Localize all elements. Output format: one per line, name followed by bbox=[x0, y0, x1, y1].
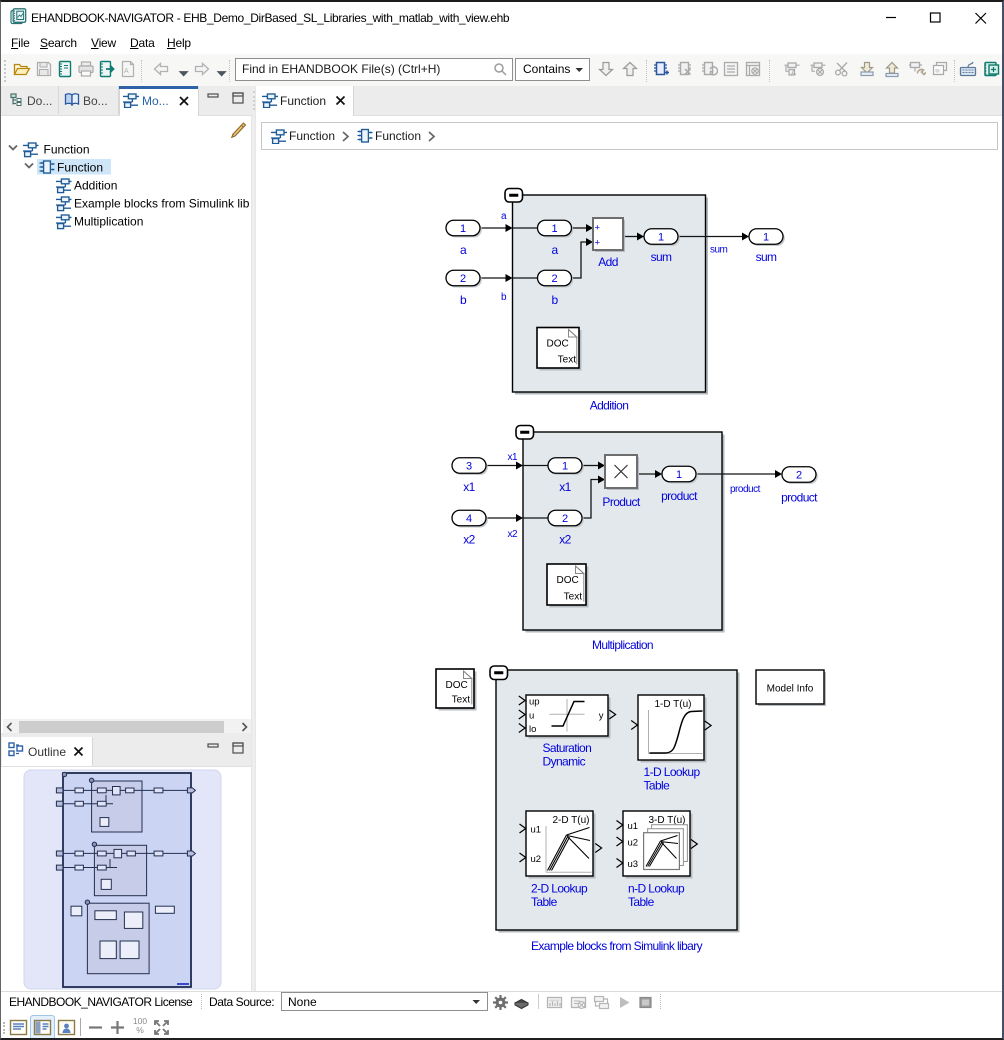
svg-text:a: a bbox=[460, 243, 467, 257]
svg-text:Function: Function bbox=[44, 143, 90, 157]
svg-text:Model Info: Model Info bbox=[767, 684, 814, 695]
svg-text:product: product bbox=[661, 489, 698, 503]
svg-text:Text: Text bbox=[558, 355, 577, 366]
svg-text:y: y bbox=[599, 711, 604, 722]
svg-text:DOC: DOC bbox=[547, 339, 569, 350]
svg-text:product: product bbox=[781, 491, 818, 505]
svg-text:1: 1 bbox=[676, 469, 682, 481]
svg-text:Multiplication: Multiplication bbox=[592, 638, 653, 652]
svg-text:b: b bbox=[501, 292, 507, 303]
svg-text:2: 2 bbox=[796, 470, 802, 482]
svg-text:2-D Lookup: 2-D Lookup bbox=[531, 882, 588, 896]
svg-text:2: 2 bbox=[460, 273, 466, 285]
svg-text:x1: x1 bbox=[559, 480, 571, 494]
svg-text:u1: u1 bbox=[531, 825, 542, 836]
svg-text:Dynamic: Dynamic bbox=[543, 755, 586, 769]
svg-text:x2: x2 bbox=[559, 533, 571, 547]
svg-text:product: product bbox=[730, 484, 761, 495]
svg-text:u1: u1 bbox=[628, 821, 639, 832]
svg-text:1-D T(u): 1-D T(u) bbox=[654, 699, 691, 710]
svg-text:Function: Function bbox=[57, 161, 103, 175]
svg-text:Example blocks from Simulink l: Example blocks from Simulink libary bbox=[531, 939, 703, 953]
svg-text:2: 2 bbox=[551, 273, 557, 285]
svg-text:+: + bbox=[595, 223, 601, 234]
svg-text:lo: lo bbox=[529, 724, 536, 735]
svg-text:x2: x2 bbox=[463, 533, 475, 547]
svg-text:Saturation: Saturation bbox=[543, 741, 592, 755]
svg-text:Addition: Addition bbox=[590, 399, 629, 413]
svg-text:1: 1 bbox=[551, 223, 557, 235]
svg-text:sum: sum bbox=[756, 250, 777, 264]
svg-text:4: 4 bbox=[466, 513, 472, 525]
svg-text:u3: u3 bbox=[628, 859, 639, 870]
svg-text:Addition: Addition bbox=[74, 179, 117, 193]
svg-text:A: A bbox=[124, 68, 129, 75]
svg-text:x1: x1 bbox=[507, 452, 518, 463]
svg-text:Example blocks from Simulink l: Example blocks from Simulink lib bbox=[74, 197, 250, 211]
svg-text:3: 3 bbox=[466, 461, 472, 473]
svg-text:1: 1 bbox=[763, 232, 769, 244]
svg-text:Text: Text bbox=[564, 592, 583, 603]
svg-text:1: 1 bbox=[460, 223, 466, 235]
svg-text:+: + bbox=[595, 238, 601, 249]
svg-text:x2: x2 bbox=[507, 529, 518, 540]
svg-text:1: 1 bbox=[658, 232, 664, 244]
svg-text:DOC: DOC bbox=[557, 575, 579, 586]
svg-text:up: up bbox=[529, 697, 540, 708]
svg-text:2: 2 bbox=[562, 513, 568, 525]
svg-text:Text: Text bbox=[452, 695, 471, 706]
svg-text:2-D T(u): 2-D T(u) bbox=[552, 815, 589, 826]
svg-text:Table: Table bbox=[644, 779, 671, 793]
svg-text:a: a bbox=[501, 211, 507, 222]
svg-text:u2: u2 bbox=[531, 854, 542, 865]
svg-text:a: a bbox=[551, 243, 558, 257]
svg-text:Table: Table bbox=[531, 895, 558, 909]
svg-text:Product: Product bbox=[602, 495, 640, 509]
svg-text:DOC: DOC bbox=[446, 680, 468, 691]
svg-text:sum: sum bbox=[651, 250, 672, 264]
svg-text:u2: u2 bbox=[628, 838, 639, 849]
svg-text:Table: Table bbox=[628, 895, 655, 909]
svg-text:1: 1 bbox=[562, 461, 568, 473]
svg-text:b: b bbox=[551, 293, 558, 307]
svg-text:A: A bbox=[791, 68, 796, 77]
svg-text:Add: Add bbox=[598, 255, 618, 269]
svg-text:1-D Lookup: 1-D Lookup bbox=[644, 765, 701, 779]
svg-text:sum: sum bbox=[710, 245, 728, 256]
svg-text:u: u bbox=[529, 711, 534, 722]
svg-text:Multiplication: Multiplication bbox=[74, 215, 143, 229]
svg-text:x1: x1 bbox=[463, 480, 475, 494]
svg-text:n-D Lookup: n-D Lookup bbox=[628, 882, 685, 896]
svg-text:b: b bbox=[460, 293, 467, 307]
